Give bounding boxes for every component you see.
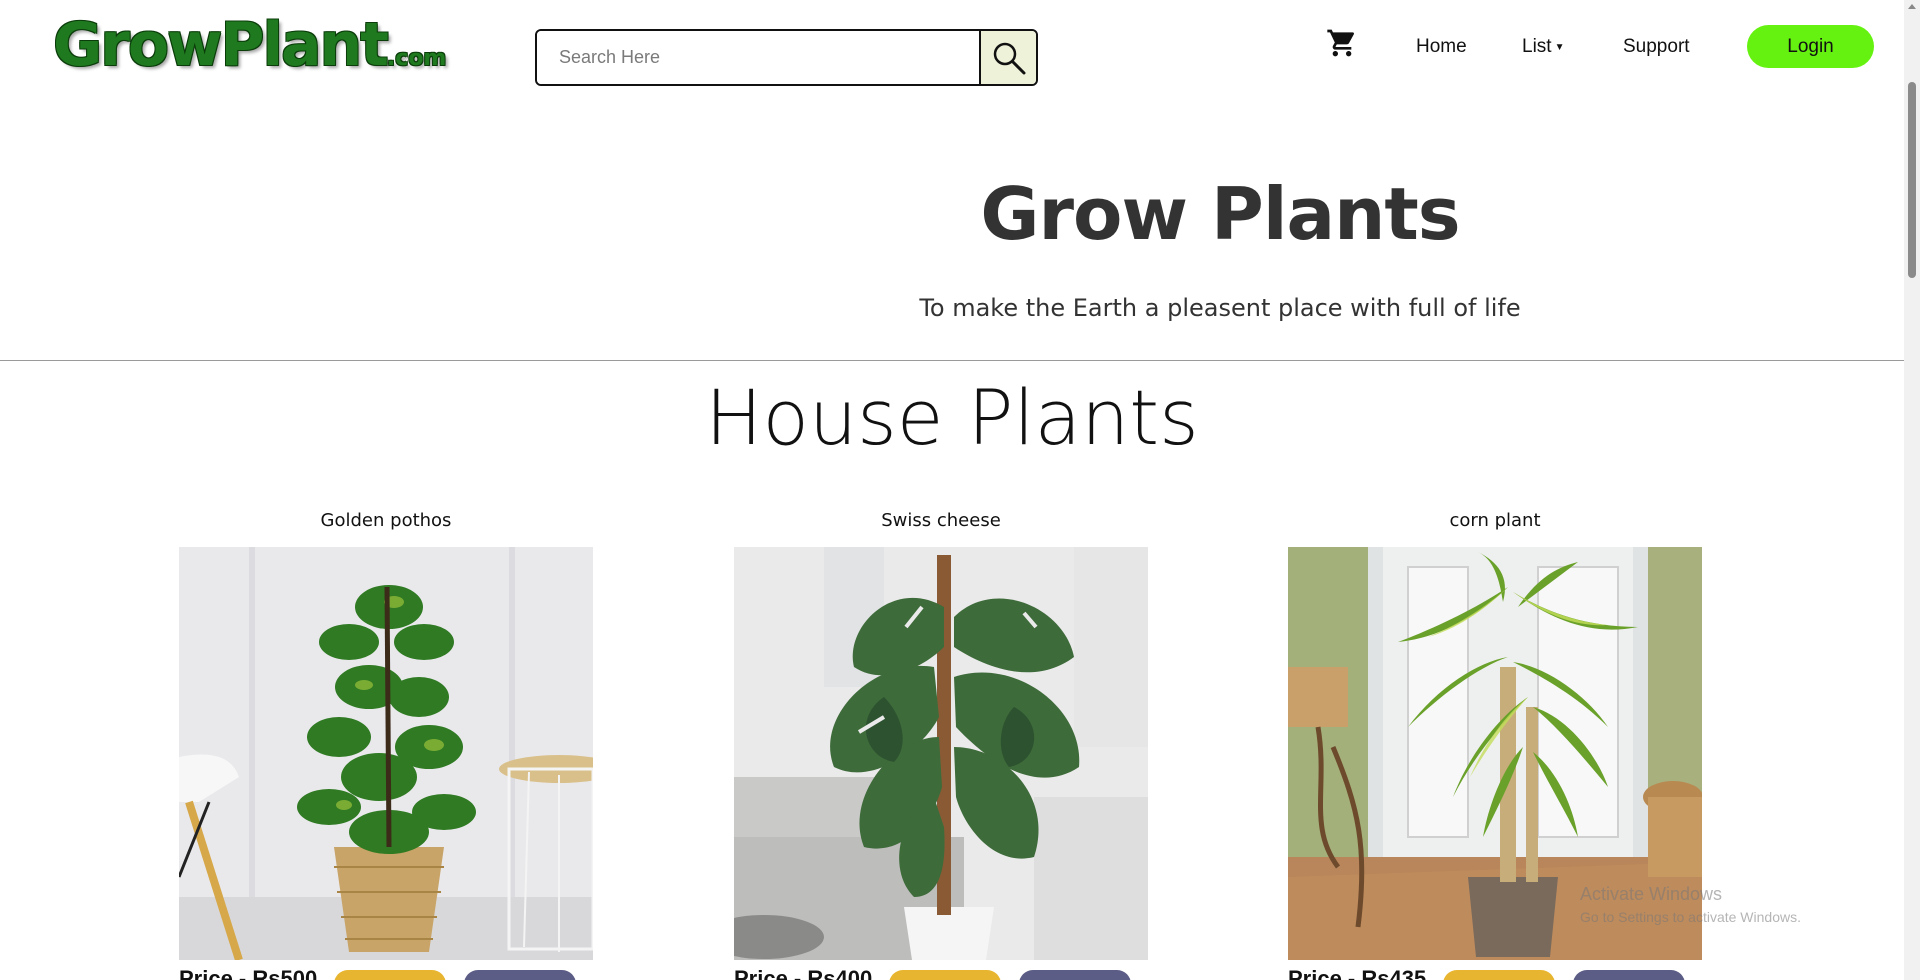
scroll-thumb[interactable]: [1908, 82, 1916, 278]
hero-subtitle: To make the Earth a pleasent place with …: [919, 294, 1521, 322]
buy-now-button[interactable]: [1573, 970, 1685, 980]
add-to-cart-button[interactable]: [889, 970, 1001, 980]
search-bar: [535, 29, 1038, 86]
add-to-cart-button[interactable]: [1443, 970, 1555, 980]
product-price: Price - Rs400: [734, 966, 873, 980]
product-image-swiss-cheese[interactable]: [734, 547, 1148, 960]
product-price: Price - Rs435: [1288, 966, 1427, 980]
section-divider: [0, 360, 1904, 361]
logo[interactable]: GrowPlant.com: [53, 10, 446, 80]
search-button[interactable]: [979, 31, 1036, 84]
product-image-golden-pothos[interactable]: [179, 547, 593, 960]
hero-title: Grow Plants: [980, 172, 1460, 256]
cart-button[interactable]: [1326, 27, 1358, 59]
search-icon: [993, 42, 1025, 74]
nav-list-dropdown[interactable]: List ▼: [1522, 36, 1564, 58]
product-card-swiss-cheese: Swiss cheese Price - Rs400: [734, 510, 1148, 980]
nav-support[interactable]: Support: [1623, 36, 1690, 58]
plant-image: [179, 547, 593, 960]
buy-now-button[interactable]: [1019, 970, 1131, 980]
buy-now-button[interactable]: [464, 970, 576, 980]
scroll-up-icon[interactable]: [1908, 4, 1916, 9]
product-card-golden-pothos: Golden pothos Price - Rs500: [179, 510, 593, 980]
caret-down-icon: ▼: [1554, 42, 1565, 53]
product-name: Golden pothos: [320, 510, 452, 531]
windows-activation-watermark: Activate Windows Go to Settings to activ…: [1580, 884, 1801, 925]
nav-home[interactable]: Home: [1416, 36, 1467, 58]
cart-icon: [1327, 29, 1355, 57]
logo-main-text: GrowPlant: [53, 10, 389, 80]
search-input[interactable]: [537, 31, 979, 84]
logo-domain-text: .com: [386, 46, 447, 71]
add-to-cart-button[interactable]: [334, 970, 446, 980]
product-price: Price - Rs500: [179, 966, 318, 980]
site-header: GrowPlant.com Home List▼ Support Login: [0, 0, 1904, 100]
login-button[interactable]: Login: [1747, 25, 1874, 68]
plant-image: [734, 547, 1148, 960]
product-name: Swiss cheese: [881, 510, 1001, 531]
section-title: House Plants: [705, 373, 1199, 462]
watermark-title: Activate Windows: [1580, 884, 1723, 904]
nav-list-label: List: [1522, 36, 1552, 57]
watermark-subtitle: Go to Settings to activate Windows.: [1580, 909, 1801, 925]
vertical-scrollbar[interactable]: [1904, 0, 1920, 980]
product-name: corn plant: [1449, 510, 1541, 531]
